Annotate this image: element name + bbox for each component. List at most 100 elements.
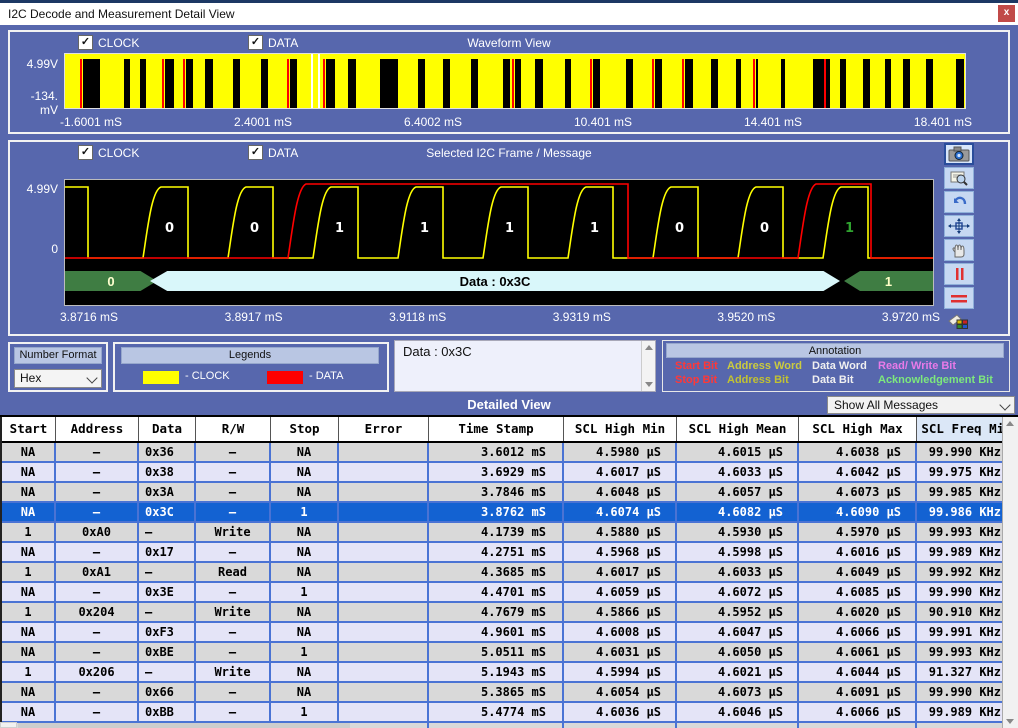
pan-hand-button[interactable] xyxy=(944,239,974,261)
axis-tick-label: 14.401 mS xyxy=(744,115,802,129)
table-cell: 3.7846 mS xyxy=(429,483,564,503)
clock-checkbox-label: CLOCK xyxy=(98,36,139,50)
frame-clock-checkbox[interactable]: ✓ xyxy=(78,145,93,160)
table-cell: 4.6021 µS xyxy=(677,663,799,683)
clock-checkbox[interactable]: ✓ xyxy=(78,35,93,50)
table-cell: 0x3A xyxy=(139,483,196,503)
column-header[interactable]: Error xyxy=(339,417,429,441)
table-cell: 5.0511 mS xyxy=(429,643,564,663)
frame-plot[interactable]: 001111001 0 Data : 0x3C 1 xyxy=(64,179,934,306)
table-vertical-scrollbar[interactable] xyxy=(1002,417,1018,728)
column-header[interactable]: Start xyxy=(2,417,56,441)
decode-row: 0 Data : 0x3C 1 xyxy=(65,271,933,291)
table-cell: 4.7679 mS xyxy=(429,603,564,623)
table-cell: 1 xyxy=(2,523,56,543)
camera-icon xyxy=(948,146,970,162)
table-cell: Write xyxy=(196,663,271,683)
data-transition-marker xyxy=(512,59,514,108)
annotation-legend-item: Start Bit xyxy=(675,360,727,372)
decode-ack-bit-bar[interactable]: 1 xyxy=(844,271,933,291)
table-cell: 99.991 KHz xyxy=(917,623,1002,643)
frame-y-max-label: 4.99V xyxy=(12,182,58,196)
table-row[interactable]: 10x206–WriteNA5.1943 mS4.5994 µS4.6021 µ… xyxy=(2,663,1002,683)
decode-start-bit-bar[interactable]: 0 xyxy=(65,271,157,291)
message-filter-select[interactable]: Show All Messages xyxy=(827,396,1015,414)
table-header-row: StartAddressDataR/WStopErrorTime StampSC… xyxy=(2,417,1002,443)
table-cell: 0xA0 xyxy=(56,523,139,543)
waveform-strip[interactable] xyxy=(64,53,966,109)
close-button[interactable]: x xyxy=(998,5,1015,22)
table-row[interactable]: 10xA0–WriteNA4.1739 mS4.5880 µS4.5930 µS… xyxy=(2,523,1002,543)
waveform-bar xyxy=(503,59,510,108)
table-row[interactable]: NA–0x66–NA5.3865 mS4.6054 µS4.6073 µS4.6… xyxy=(2,683,1002,703)
table-cell: 4.6046 µS xyxy=(677,703,799,723)
table-cell: NA xyxy=(271,463,339,483)
table-row[interactable]: NA–0x38–NA3.6929 mS4.6017 µS4.6033 µS4.6… xyxy=(2,463,1002,483)
column-header[interactable]: R/W xyxy=(196,417,271,441)
table-cell: NA xyxy=(271,543,339,563)
data-trace xyxy=(65,184,933,258)
fit-view-button[interactable] xyxy=(944,215,974,237)
table-row[interactable]: NA–0xF3–NA4.9601 mS4.6008 µS4.6047 µS4.6… xyxy=(2,623,1002,643)
axis-tick-label: 6.4002 mS xyxy=(404,115,462,129)
waveform-bar xyxy=(326,59,335,108)
table-row[interactable]: 10x204–WriteNA4.7679 mS4.5866 µS4.5952 µ… xyxy=(2,603,1002,623)
frame-view-title: Selected I2C Frame / Message xyxy=(10,146,1008,160)
table-row[interactable]: NA–0x3C–13.8762 mS4.6074 µS4.6082 µS4.60… xyxy=(2,503,1002,523)
table-row[interactable]: 10xA1–ReadNA4.3685 mS4.6017 µS4.6033 µS4… xyxy=(2,563,1002,583)
data-checkbox[interactable]: ✓ xyxy=(248,35,263,50)
table-cell: 3.8762 mS xyxy=(429,503,564,523)
table-row[interactable]: NA–0x3E–14.4701 mS4.6059 µS4.6072 µS4.60… xyxy=(2,583,1002,603)
waveform-y-min-label: -134. mV xyxy=(12,89,58,117)
number-format-select[interactable]: Hex xyxy=(14,369,102,388)
waveform-bar xyxy=(535,59,543,108)
table-cell: NA xyxy=(2,543,56,563)
horizontal-cursors-button[interactable] xyxy=(944,287,974,309)
camera-button[interactable] xyxy=(944,143,974,165)
table-hscroll-thumb[interactable] xyxy=(18,723,350,728)
vertical-cursors-button[interactable] xyxy=(944,263,974,285)
waveform-bar xyxy=(443,59,450,108)
table-cell: 1 xyxy=(271,583,339,603)
waveform-bar xyxy=(926,59,933,108)
undo-button[interactable] xyxy=(944,191,974,213)
column-header[interactable]: Data xyxy=(139,417,196,441)
table-hscroll-left-button[interactable] xyxy=(0,722,17,728)
table-cell: 0x204 xyxy=(56,603,139,623)
waveform-view-title: Waveform View xyxy=(10,36,1008,50)
decode-data-bar[interactable]: Data : 0x3C xyxy=(150,271,840,291)
table-cell: – xyxy=(56,543,139,563)
scroll-up-icon xyxy=(645,345,653,350)
frame-data-checkbox-label: DATA xyxy=(268,146,298,160)
column-header[interactable]: SCL High Max xyxy=(799,417,917,441)
table-row[interactable]: NA–0xBE–15.0511 mS4.6031 µS4.6050 µS4.60… xyxy=(2,643,1002,663)
waveform-bar xyxy=(124,59,130,108)
frame-data-checkbox[interactable]: ✓ xyxy=(248,145,263,160)
data-display-box: Data : 0x3C xyxy=(394,340,656,392)
bit-label: 0 xyxy=(250,221,259,236)
table-row[interactable]: NA–0x17–NA4.2751 mS4.5968 µS4.5998 µS4.6… xyxy=(2,543,1002,563)
number-format-label: Number Format xyxy=(14,347,102,364)
table-cell: NA xyxy=(2,643,56,663)
table-row[interactable]: NA–0xBB–15.4774 mS4.6036 µS4.6046 µS4.60… xyxy=(2,703,1002,723)
column-header[interactable]: SCL High Mean xyxy=(677,417,799,441)
table-cell: 4.6082 µS xyxy=(677,503,799,523)
table-row[interactable]: NA–0x36–NA3.6012 mS4.5980 µS4.6015 µS4.6… xyxy=(2,443,1002,463)
column-header[interactable]: Address xyxy=(56,417,139,441)
zoom-message-button[interactable] xyxy=(944,167,974,189)
export-report-button[interactable] xyxy=(944,311,974,333)
table-row[interactable]: NA–0x3A–NA3.7846 mS4.6048 µS4.6057 µS4.6… xyxy=(2,483,1002,503)
column-header[interactable]: SCL High Min xyxy=(564,417,677,441)
table-cell xyxy=(339,663,429,683)
table-cell: NA xyxy=(271,523,339,543)
table-cell: 4.2751 mS xyxy=(429,543,564,563)
column-header[interactable]: SCL Freq Min xyxy=(917,417,1002,441)
chevron-down-icon xyxy=(86,372,97,383)
move-crosshair-icon xyxy=(948,218,970,234)
waveform-bar xyxy=(903,59,910,108)
table-cell: – xyxy=(196,463,271,483)
data-box-scrollbar[interactable] xyxy=(641,341,655,391)
column-header[interactable]: Time Stamp xyxy=(429,417,564,441)
column-header[interactable]: Stop xyxy=(271,417,339,441)
table-cell: 1 xyxy=(2,563,56,583)
